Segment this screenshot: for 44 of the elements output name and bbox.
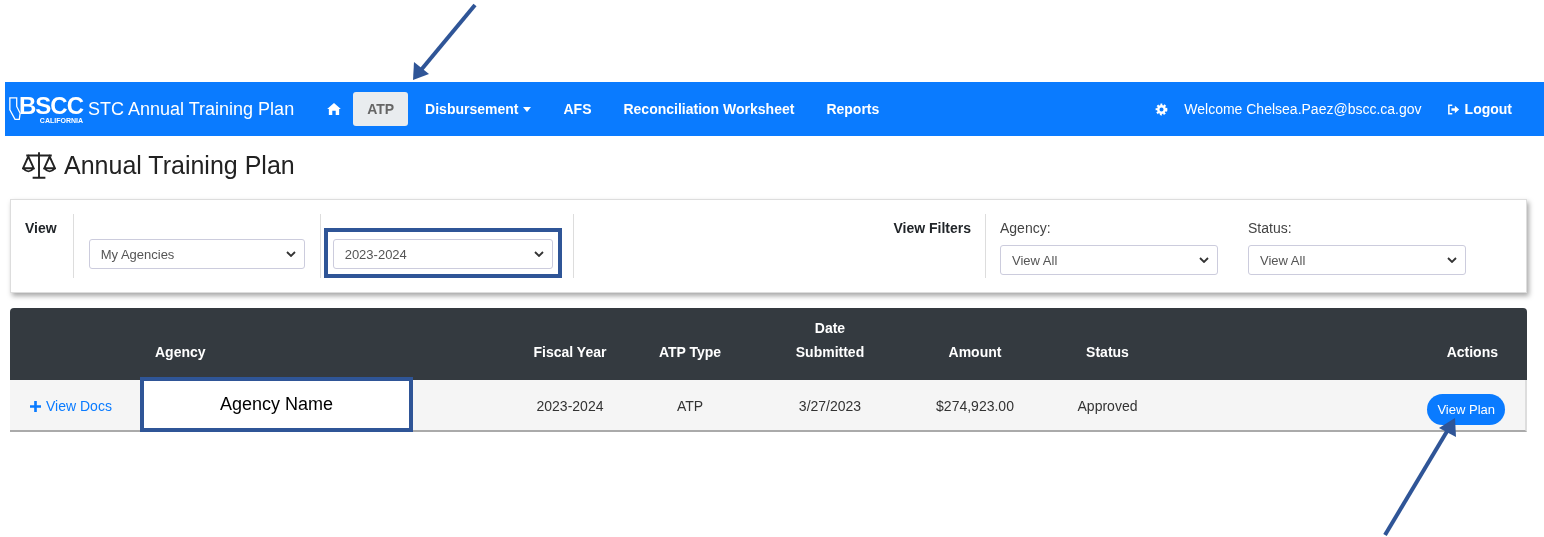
view-label: View [25,220,57,238]
page-title: Annual Training Plan [64,150,295,180]
logout-icon [1447,103,1460,115]
column-header: Fiscal Year [533,343,607,362]
chevron-icon [285,251,296,257]
view-plan-button[interactable]: View Plan [1427,393,1505,425]
app-title[interactable]: STC Annual Training Plan [88,98,295,120]
table-cell: 2023-2024 [536,398,604,414]
column-header: Actions [1446,343,1498,362]
scales-icon [22,150,56,180]
logout-link[interactable]: Logout [1447,101,1512,117]
column-header: Amount [948,343,1002,362]
column-header: Status [1086,343,1129,362]
view-docs-link[interactable]: View Docs [30,398,112,414]
state-outline-icon [9,96,21,122]
nav-item[interactable]: Disbursement [410,92,547,126]
nav-item[interactable]: AFS [548,92,607,126]
table-cell: Approved [1077,398,1138,414]
agency-filter-label: Agency: [1000,220,1052,238]
status-filter-label: Status: [1248,220,1293,238]
table-cell: ATP [676,398,704,414]
table-cell: $274,923.00 [936,398,1014,414]
home-icon[interactable] [327,103,342,115]
nav-item[interactable]: Reports [811,92,895,126]
status-filter-select[interactable]: View All [1248,245,1466,275]
chevron-icon [1447,257,1457,263]
agency-scope-select[interactable]: My Agencies [88,239,305,269]
chevron-icon [1199,257,1209,263]
view-filters-label: View Filters [893,220,971,238]
nav-item[interactable]: Reconciliation Worksheet [608,92,810,126]
table-cell: 3/27/2023 [798,398,862,414]
agency-filter-select[interactable]: View All [1000,245,1218,275]
settings-icon[interactable] [1155,102,1169,116]
column-header: Agency [155,343,206,362]
welcome-text: Welcome Chelsea.Paez@bscc.ca.gov [1184,101,1422,117]
agency-name: Agency Name [219,394,334,415]
nav-item[interactable]: ATP [353,92,409,126]
plus-icon [30,400,41,412]
caret-icon [523,106,532,112]
chevron-icon [533,251,544,257]
logo-text: BSCC [19,94,83,118]
year-select[interactable]: 2023-2024 [332,239,553,269]
column-header: Date Submitted [795,319,865,362]
column-header: ATP Type [658,343,722,362]
